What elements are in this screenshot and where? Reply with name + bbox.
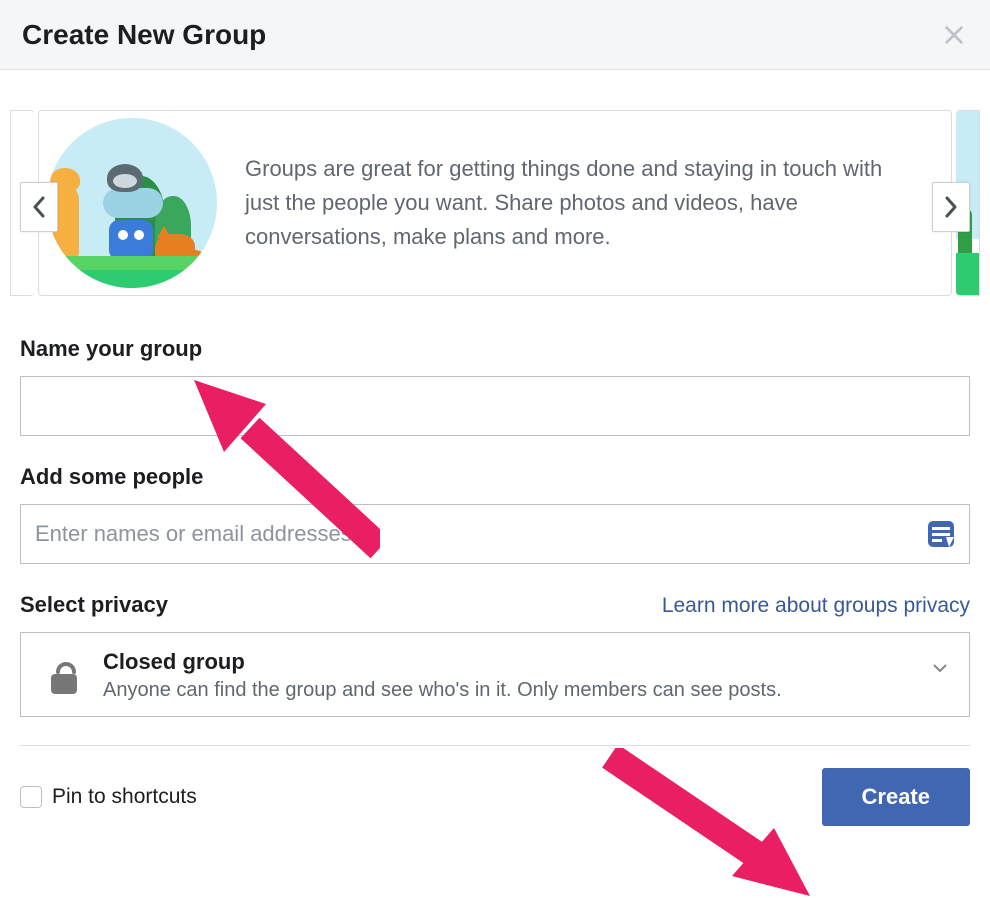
dialog-body: Groups are great for getting things done… xyxy=(0,70,990,846)
group-name-input[interactable] xyxy=(20,376,970,436)
create-button[interactable]: Create xyxy=(822,768,970,826)
privacy-learn-link[interactable]: Learn more about groups privacy xyxy=(662,594,970,618)
privacy-section: Select privacy Learn more about groups p… xyxy=(20,592,970,717)
note-icon[interactable] xyxy=(926,519,956,549)
carousel-description: Groups are great for getting things done… xyxy=(245,152,921,254)
intro-carousel: Groups are great for getting things done… xyxy=(20,110,970,296)
people-label: Add some people xyxy=(20,464,970,490)
carousel-next-button[interactable] xyxy=(932,182,970,232)
chevron-right-icon xyxy=(944,196,958,218)
privacy-text: Closed group Anyone can find the group a… xyxy=(103,649,782,702)
people-section: Add some people xyxy=(20,464,970,564)
privacy-option-title: Closed group xyxy=(103,649,782,675)
privacy-option-description: Anyone can find the group and see who's … xyxy=(103,679,782,702)
privacy-label: Select privacy xyxy=(20,592,168,618)
privacy-dropdown[interactable]: Closed group Anyone can find the group a… xyxy=(20,632,970,717)
lock-open-icon xyxy=(41,654,89,698)
name-section: Name your group xyxy=(20,336,970,436)
groups-illustration xyxy=(47,118,217,288)
carousel-card: Groups are great for getting things done… xyxy=(38,110,952,296)
dialog-title: Create New Group xyxy=(22,19,266,51)
create-group-dialog: Create New Group xyxy=(0,0,990,846)
divider xyxy=(20,745,970,746)
add-people-input[interactable] xyxy=(20,504,970,564)
close-button[interactable] xyxy=(940,21,968,49)
close-icon xyxy=(943,24,965,46)
carousel-prev-button[interactable] xyxy=(20,182,58,232)
pin-shortcuts-wrap: Pin to shortcuts xyxy=(20,785,197,809)
name-label: Name your group xyxy=(20,336,970,362)
caret-down-icon xyxy=(933,659,947,677)
dialog-footer: Pin to shortcuts Create xyxy=(20,768,970,846)
dialog-header: Create New Group xyxy=(0,0,990,70)
pin-shortcuts-checkbox[interactable] xyxy=(20,786,42,808)
chevron-left-icon xyxy=(32,196,46,218)
pin-shortcuts-label: Pin to shortcuts xyxy=(52,785,197,809)
